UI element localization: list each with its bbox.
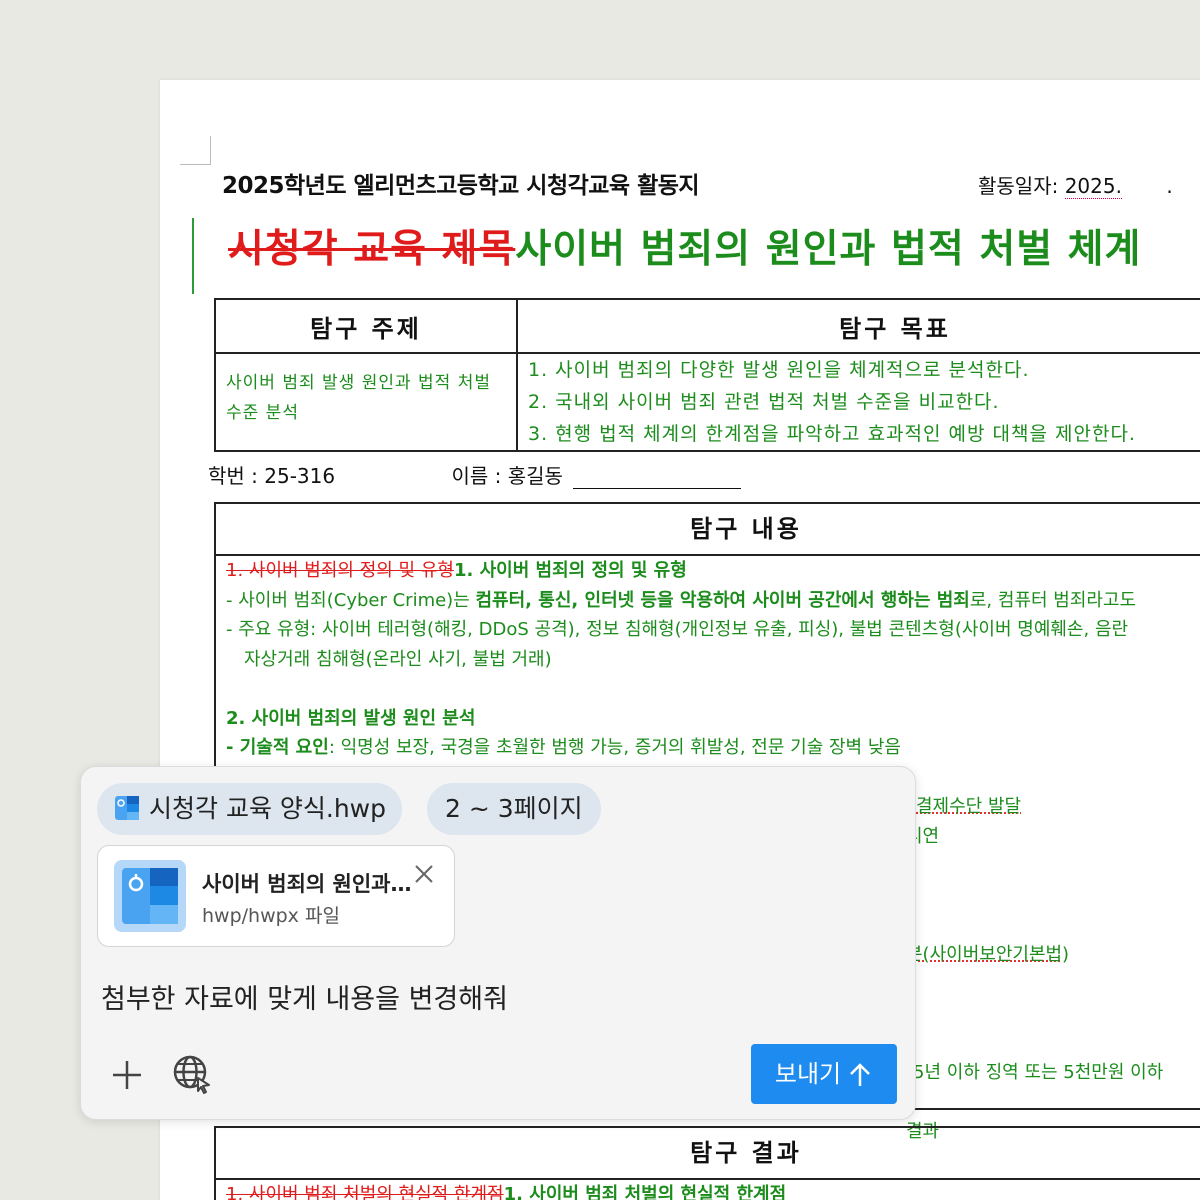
- result-header: 탐구 결과: [216, 1128, 1200, 1180]
- bold-run: - 기술적 요인: [226, 737, 329, 758]
- student-id: 25-316: [264, 464, 336, 488]
- attachment-type: hwp/hwpx 파일: [202, 905, 340, 927]
- chat-composer: 시청각 교육 양식.hwp 2 ~ 3페이지 사이버 범죄의 원인과 법적 처벌…: [80, 766, 916, 1120]
- send-button[interactable]: 보내기: [751, 1044, 897, 1104]
- send-label: 보내기: [774, 1060, 842, 1088]
- date-label: 활동일자:: [978, 174, 1059, 198]
- title-inserted-text: 사이버 범죄의 원인과 법적 처벌 체계: [515, 227, 1142, 272]
- result-body: 1. 사이버 범죄 처벌의 현실적 한계점1. 사이버 범죄 처벌의 현실적 한…: [216, 1180, 1200, 1200]
- section-heading: 1. 사이버 범죄의 정의 및 유형: [453, 560, 687, 581]
- prompt-input[interactable]: 첨부한 자료에 맞게 내용을 변경해줘: [101, 977, 508, 1016]
- page-range-chip[interactable]: 2 ~ 3페이지: [427, 783, 601, 835]
- topic-cell: 사이버 범죄 발생 원인과 법적 처벌 수준 분석: [214, 352, 518, 452]
- activity-date: 활동일자: 2025. .: [978, 170, 1173, 199]
- hwp-file-icon: [115, 796, 139, 820]
- text-run: 본(사이버보안기본법): [906, 943, 1070, 965]
- section-heading: 2. 사이버 범죄의 발생 원인 분석: [226, 707, 476, 729]
- bold-run: 컴퓨터, 통신, 인터넷 등을 악용하여 사이버 공간에서 행하는 범죄: [475, 589, 970, 611]
- section-heading: 1. 사이버 범죄 처벌의 현실적 한계점: [503, 1184, 787, 1200]
- deleted-heading: 1. 사이버 범죄의 정의 및 유형: [226, 560, 454, 581]
- result-section: 탐구 결과 1. 사이버 범죄 처벌의 현실적 한계점1. 사이버 범죄 처벌의…: [214, 1126, 1200, 1200]
- arrow-up-icon: [850, 1063, 871, 1086]
- goal-item: 2. 국내외 사이버 범죄 관련 법적 처벌 수준을 비교한다.: [528, 391, 1000, 413]
- plus-icon[interactable]: [109, 1057, 145, 1093]
- topic-table: 탐구 주제 탐구 목표 사이버 범죄 발생 원인과 법적 처벌 수준 분석 1.…: [214, 298, 1200, 452]
- student-info: 학번 : 25-316 이름 : 홍길동: [208, 460, 742, 489]
- content-line: 1. 사이버 범죄의 정의 및 유형1. 사이버 범죄의 정의 및 유형: [226, 556, 1200, 586]
- content-line: 자상거래 침해형(온라인 사기, 불법 거래): [244, 648, 552, 670]
- change-bar: [192, 218, 194, 294]
- page-corner-mark: [180, 136, 211, 165]
- title-deleted-text: 시청각 교육 제목: [228, 227, 516, 272]
- text-run: 로, 컴퓨터 범죄라고도: [969, 589, 1137, 611]
- goal-item: 3. 현행 법적 체계의 한계점을 파악하고 효과적인 예방 대책을 제안한다.: [528, 423, 1136, 445]
- close-icon[interactable]: [412, 862, 436, 886]
- content-line: - 주요 유형: 사이버 테러형(해킹, DDoS 공격), 정보 침해형(개인…: [226, 619, 1129, 640]
- goals-cell: 1. 사이버 범죄의 다양한 발생 원인을 체계적으로 분석한다. 2. 국내외…: [516, 352, 1200, 452]
- hwp-file-icon: [114, 860, 186, 932]
- topic-header: 탐구 주제: [214, 298, 518, 354]
- globe-icon[interactable]: [171, 1053, 213, 1095]
- student-name: 홍길동: [507, 464, 563, 488]
- attachment-name: 사이버 범죄의 원인과 법적 처벌 체계: [202, 872, 412, 896]
- content-header: 탐구 내용: [216, 504, 1200, 556]
- file-chip-label: 시청각 교육 양식.hwp: [149, 794, 387, 823]
- name-underline: [573, 470, 742, 489]
- content-line: 1. 사이버 범죄 처벌의 현실적 한계점1. 사이버 범죄 처벌의 현실적 한…: [226, 1180, 1200, 1200]
- attachment-card[interactable]: 사이버 범죄의 원인과 법적 처벌 체계 hwp/hwpx 파일: [97, 845, 455, 947]
- document-title: 시청각 교육 제목사이버 범죄의 원인과 법적 처벌 체계: [228, 218, 1141, 274]
- date-value: 2025.: [1064, 174, 1122, 199]
- student-id-label: 학번 :: [208, 464, 258, 488]
- date-dot: .: [1166, 174, 1173, 198]
- file-context-chip[interactable]: 시청각 교육 양식.hwp: [97, 783, 403, 835]
- text-run: 결제수단 발달: [916, 796, 1022, 817]
- content-line: - 기술적 요인: 익명성 보장, 국경을 초월한 범행 가능, 증거의 휘발성…: [226, 733, 1200, 763]
- goal-item: 1. 사이버 범죄의 다양한 발생 원인을 체계적으로 분석한다.: [528, 359, 1030, 381]
- goal-header: 탐구 목표: [516, 298, 1200, 354]
- deleted-heading: 1. 사이버 범죄 처벌의 현실적 한계점: [226, 1184, 504, 1200]
- text-run: : 익명성 보장, 국경을 초월한 범행 가능, 증거의 휘발성, 전문 기술 …: [328, 737, 901, 758]
- text-run: - 사이버 범죄(Cyber Crime)는: [226, 589, 476, 611]
- document-header: 2025학년도 엘리먼츠고등학교 시청각교육 활동지: [222, 173, 700, 199]
- content-line: - 사이버 범죄(Cyber Crime)는 컴퓨터, 통신, 인터넷 등을 악…: [226, 586, 1200, 616]
- name-label: 이름 :: [451, 464, 502, 488]
